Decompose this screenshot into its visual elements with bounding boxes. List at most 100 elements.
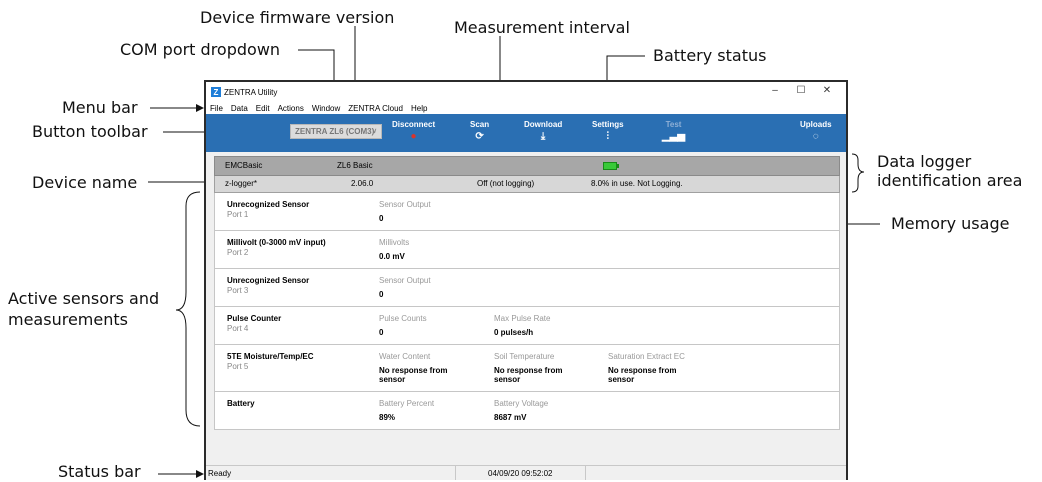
- callout-menu-bar: Menu bar: [62, 98, 138, 117]
- close-button[interactable]: ✕: [814, 85, 840, 96]
- uploads-button[interactable]: Uploads ◌: [800, 120, 832, 142]
- measurement-label: Pulse Counts: [379, 314, 427, 323]
- sensor-port: Port 2: [227, 248, 249, 257]
- scan-label: Scan: [470, 120, 490, 129]
- measurement-label: Sensor Output: [379, 200, 431, 209]
- sensor-name: Battery: [227, 399, 255, 408]
- battery-status-icon: [603, 162, 619, 170]
- measurement: Battery Voltage 8687 mV: [494, 399, 594, 422]
- device-type: EMCBasic: [225, 161, 263, 170]
- menu-edit[interactable]: Edit: [256, 104, 270, 113]
- sensor-row: 5TE Moisture/Temp/EC Port 5 Water Conten…: [215, 345, 839, 392]
- callout-active-sensors-line2: measurements: [8, 310, 128, 329]
- sensor-port: Port 1: [227, 210, 249, 219]
- measurement-label: Battery Percent: [379, 399, 435, 408]
- measurement: Millivolts 0.0 mV: [379, 238, 479, 261]
- sensor-name: Millivolt (0-3000 mV input): [227, 238, 326, 247]
- measurement: Sensor Output 0: [379, 276, 479, 299]
- logger-id-row: EMCBasic ZL6 Basic: [214, 156, 840, 176]
- download-label: Download: [524, 120, 563, 129]
- measurement-label: Water Content: [379, 352, 431, 361]
- app-window: Z ZENTRA Utility – ☐ ✕ File Data Edit Ac…: [204, 80, 848, 480]
- com-port-dropdown[interactable]: ZENTRA ZL6 (COM3) ∨: [290, 124, 382, 139]
- callout-device-name: Device name: [32, 173, 138, 192]
- test-button[interactable]: Test ▁▃▅: [662, 120, 685, 142]
- status-datetime: 04/09/20 09:52:02: [456, 466, 586, 480]
- measurement-label: Saturation Extract EC: [608, 352, 685, 361]
- disconnect-icon: ●: [410, 131, 417, 142]
- logger-info-row: z-logger* 2.06.0 Off (not logging) 8.0% …: [214, 176, 840, 193]
- sensor-list: Unrecognized Sensor Port 1 Sensor Output…: [214, 193, 840, 430]
- sensor-port: Port 5: [227, 362, 249, 371]
- firmware-version: 2.06.0: [351, 179, 374, 188]
- menu-zentra-cloud[interactable]: ZENTRA Cloud: [348, 104, 403, 113]
- callout-com-port: COM port dropdown: [120, 40, 281, 59]
- menu-bar: File Data Edit Actions Window ZENTRA Clo…: [206, 102, 846, 114]
- settings-button[interactable]: Settings ⫶: [592, 120, 624, 142]
- main-content: EMCBasic ZL6 Basic z-logger* 2.06.0 Off …: [214, 156, 840, 466]
- menu-actions[interactable]: Actions: [278, 104, 304, 113]
- sensor-row: Pulse Counter Port 4 Pulse Counts 0 Max …: [215, 307, 839, 345]
- sensor-name: Unrecognized Sensor: [227, 276, 310, 285]
- download-button[interactable]: Download ⤓: [524, 120, 562, 142]
- memory-usage: 8.0% in use. Not Logging.: [591, 179, 683, 188]
- sensor-row: Battery Battery Percent 89% Battery Volt…: [215, 392, 839, 429]
- scan-button[interactable]: Scan ⟳: [470, 120, 489, 142]
- sensor-name: Unrecognized Sensor: [227, 200, 310, 209]
- callout-active-sensors-line1: Active sensors and: [8, 289, 160, 308]
- measurement-value: 0: [379, 290, 384, 299]
- measurement-interval: Off (not logging): [477, 179, 535, 188]
- callout-data-logger-id-line2: identification area: [877, 171, 1023, 190]
- sensor-name: 5TE Moisture/Temp/EC: [227, 352, 314, 361]
- measurement: Soil Temperature No response from sensor: [494, 352, 574, 384]
- signal-bars-icon: ▁▃▅: [662, 131, 686, 142]
- chevron-down-icon: ∨: [371, 128, 377, 135]
- menu-data[interactable]: Data: [231, 104, 248, 113]
- measurement: Saturation Extract EC No response from s…: [608, 352, 698, 384]
- measurement-value: 0 pulses/h: [494, 328, 534, 337]
- callout-active-sensors: Active sensors and measurements: [8, 288, 159, 330]
- uploads-label: Uploads: [800, 120, 832, 129]
- device-model: ZL6 Basic: [337, 161, 373, 170]
- measurement: Max Pulse Rate 0 pulses/h: [494, 314, 594, 337]
- measurement-value: 89%: [379, 413, 396, 422]
- measurement-label: Battery Voltage: [494, 399, 549, 408]
- sensor-name: Pulse Counter: [227, 314, 282, 323]
- button-toolbar: ZENTRA ZL6 (COM3) ∨ Disconnect ● Scan ⟳ …: [206, 114, 846, 152]
- settings-label: Settings: [592, 120, 624, 129]
- menu-help[interactable]: Help: [411, 104, 427, 113]
- sensor-port: Port 4: [227, 324, 249, 333]
- measurement-value: 0: [379, 328, 384, 337]
- callout-status-bar: Status bar: [58, 462, 141, 481]
- measurement-value: No response from sensor: [494, 366, 563, 384]
- spinner-icon: ◌: [812, 131, 819, 142]
- measurement-value: 0: [379, 214, 384, 223]
- sensor-row: Millivolt (0-3000 mV input) Port 2 Milli…: [215, 231, 839, 269]
- test-label: Test: [665, 120, 682, 129]
- measurement-label: Millivolts: [379, 238, 410, 247]
- device-name[interactable]: z-logger*: [225, 179, 257, 188]
- refresh-icon: ⟳: [475, 131, 484, 142]
- measurement-label: Soil Temperature: [494, 352, 555, 361]
- window-title: ZENTRA Utility: [224, 87, 278, 97]
- sensor-row: Unrecognized Sensor Port 1 Sensor Output…: [215, 193, 839, 231]
- status-bar: Ready 04/09/20 09:52:02: [206, 465, 846, 480]
- menu-window[interactable]: Window: [312, 104, 340, 113]
- window-controls: – ☐ ✕: [762, 85, 840, 96]
- disconnect-label: Disconnect: [392, 120, 436, 129]
- callout-data-logger-id: Data logger identification area: [877, 152, 1022, 190]
- minimize-button[interactable]: –: [762, 85, 788, 96]
- measurement-value: No response from sensor: [608, 366, 677, 384]
- sensor-port: Port 3: [227, 286, 249, 295]
- disconnect-button[interactable]: Disconnect ●: [392, 120, 435, 142]
- measurement: Pulse Counts 0: [379, 314, 479, 337]
- callout-data-logger-id-line1: Data logger: [877, 152, 972, 171]
- callout-button-toolbar: Button toolbar: [32, 122, 148, 141]
- measurement: Battery Percent 89%: [379, 399, 479, 422]
- download-icon: ⤓: [540, 131, 546, 142]
- maximize-button[interactable]: ☐: [788, 85, 814, 96]
- app-logo-icon: Z: [211, 87, 221, 97]
- sliders-icon: ⫶: [606, 131, 610, 142]
- menu-file[interactable]: File: [210, 104, 223, 113]
- com-port-value: ZENTRA ZL6 (COM3): [295, 127, 375, 136]
